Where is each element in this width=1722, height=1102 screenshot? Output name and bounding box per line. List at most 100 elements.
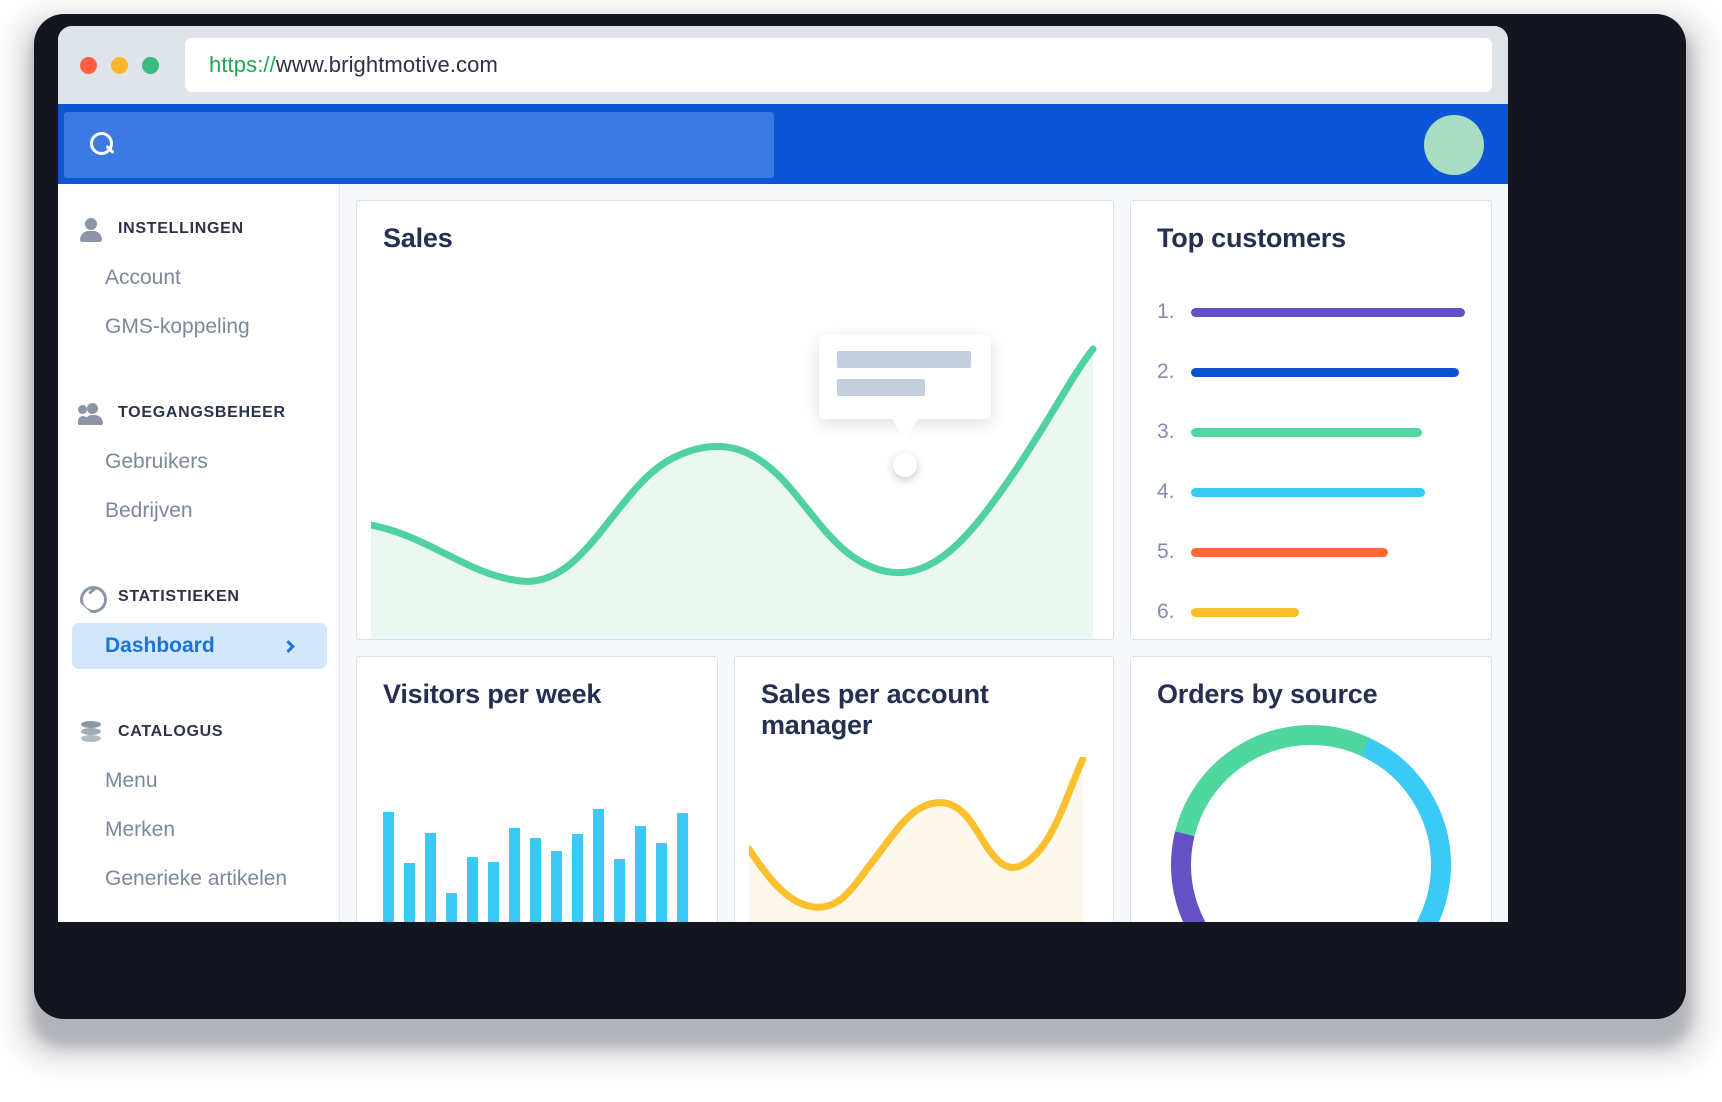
sidebar-item-label: Dashboard <box>105 634 215 657</box>
bar <box>425 833 436 922</box>
sidebar-group-statistieken: STATISTIEKEN Dashboard <box>58 574 339 669</box>
sidebar-item-label: Generieke artikelen <box>105 867 288 890</box>
bar <box>677 813 688 922</box>
list-item[interactable]: 2. <box>1157 342 1465 402</box>
browser-window: https://www.brightmotive.com INSTELLINGE… <box>58 26 1508 922</box>
sidebar-item-account[interactable]: Account <box>72 255 327 301</box>
sidebar-item-label: GMS-koppeling <box>105 315 250 338</box>
sales-data-point-marker[interactable] <box>893 453 917 477</box>
customer-bar <box>1191 547 1388 557</box>
rank-label: 3. <box>1157 420 1175 443</box>
list-item[interactable]: 6. <box>1157 582 1465 639</box>
card-sales: Sales <box>356 200 1114 640</box>
orders-donut-chart <box>1171 725 1451 922</box>
search-input[interactable] <box>134 134 694 156</box>
bar <box>551 851 562 922</box>
sidebar-item-menu[interactable]: Menu <box>72 758 327 804</box>
bar <box>446 893 457 922</box>
sidebar-group-label: TOEGANGSBEHEER <box>118 404 286 421</box>
database-icon <box>78 721 104 743</box>
card-title-account-manager: Sales per account manager <box>761 679 989 740</box>
list-item[interactable]: 3. <box>1157 402 1465 462</box>
person-icon <box>78 218 104 242</box>
bar <box>509 828 520 922</box>
sidebar-item-gms-koppeling[interactable]: GMS-koppeling <box>72 304 327 350</box>
rank-label: 5. <box>1157 540 1175 563</box>
bar <box>467 857 478 922</box>
bar <box>572 834 583 922</box>
close-window-button[interactable] <box>80 56 97 74</box>
sidebar-group-toegangsbeheer: TOEGANGSBEHEER Gebruikers Bedrijven <box>58 390 339 534</box>
bar <box>635 826 646 922</box>
minimize-window-button[interactable] <box>111 56 128 74</box>
sidebar-item-dashboard[interactable]: Dashboard <box>72 623 327 669</box>
app-body: INSTELLINGEN Account GMS-koppeling TOEGA… <box>58 184 1508 922</box>
bar <box>593 809 604 922</box>
sidebar-item-merken[interactable]: Merken <box>72 807 327 853</box>
bar <box>488 862 499 922</box>
sidebar-item-label: Gebruikers <box>105 450 208 473</box>
device-frame: https://www.brightmotive.com INSTELLINGE… <box>0 0 1722 1102</box>
customer-bar <box>1191 487 1425 497</box>
sidebar-item-label: Menu <box>105 769 158 792</box>
card-top-customers: Top customers 1. 2. 3. 4. 5. 6. <box>1130 200 1492 640</box>
bar <box>404 863 415 922</box>
maximize-window-button[interactable] <box>142 56 159 74</box>
sidebar-group-header: STATISTIEKEN <box>58 574 339 620</box>
card-title-orders: Orders by source <box>1157 679 1378 709</box>
tooltip-arrow <box>891 417 919 439</box>
search-bar[interactable] <box>64 112 774 178</box>
top-customers-list: 1. 2. 3. 4. 5. 6. <box>1157 282 1465 639</box>
browser-chrome: https://www.brightmotive.com <box>58 26 1508 104</box>
bar <box>614 859 625 922</box>
card-title-sales: Sales <box>383 223 453 253</box>
orders-donut-wrap <box>1161 715 1461 922</box>
sidebar-group-catalogus: CATALOGUS Menu Merken Generieke artikele… <box>58 709 339 902</box>
sidebar-item-gebruikers[interactable]: Gebruikers <box>72 439 327 485</box>
dashboard-row-top: Sales Top customers 1. 2. 3. 4. 5. 6. <box>356 200 1492 640</box>
tooltip-placeholder-line-2 <box>837 379 925 396</box>
url-host: www.brightmotive.com <box>275 52 498 77</box>
rank-label: 2. <box>1157 360 1175 383</box>
sidebar-group-label: CATALOGUS <box>118 723 224 740</box>
avatar[interactable] <box>1424 115 1484 175</box>
customer-bar <box>1191 607 1299 617</box>
sidebar-item-bedrijven[interactable]: Bedrijven <box>72 488 327 534</box>
address-bar[interactable]: https://www.brightmotive.com <box>185 38 1492 92</box>
list-item[interactable]: 5. <box>1157 522 1465 582</box>
visitors-bar-chart <box>383 809 688 922</box>
sidebar-item-label: Bedrijven <box>105 499 193 522</box>
card-sales-per-account-manager: Sales per account manager <box>734 656 1114 922</box>
customer-bar <box>1191 367 1459 377</box>
sidebar-item-label: Merken <box>105 818 176 841</box>
card-orders-by-source: Orders by source <box>1130 656 1492 922</box>
sidebar-item-generieke-artikelen[interactable]: Generieke artikelen <box>72 856 327 902</box>
card-title-visitors: Visitors per week <box>383 679 602 709</box>
customer-bar <box>1191 427 1422 437</box>
traffic-lights <box>80 56 159 74</box>
gauge-icon <box>78 586 104 608</box>
tooltip-placeholder-line-1 <box>837 351 971 368</box>
dashboard-row-bottom: Visitors per week Sales per account mana… <box>356 656 1492 922</box>
account-area-fill <box>749 759 1083 922</box>
rank-label: 1. <box>1157 300 1175 323</box>
sales-tooltip <box>819 335 991 419</box>
sidebar-group-label: INSTELLINGEN <box>118 220 244 237</box>
sidebar-item-label: Account <box>105 266 181 289</box>
rank-label: 6. <box>1157 600 1175 623</box>
sidebar-group-header: INSTELLINGEN <box>58 206 339 252</box>
account-manager-area-chart <box>749 757 1087 922</box>
list-item[interactable]: 1. <box>1157 282 1465 342</box>
sales-area-chart <box>371 345 1097 639</box>
sidebar-group-instellingen: INSTELLINGEN Account GMS-koppeling <box>58 206 339 350</box>
list-item[interactable]: 4. <box>1157 462 1465 522</box>
bar <box>656 843 667 922</box>
sidebar-group-header: TOEGANGSBEHEER <box>58 390 339 436</box>
card-title-top-customers: Top customers <box>1157 223 1346 253</box>
card-visitors-per-week: Visitors per week <box>356 656 718 922</box>
customer-bar <box>1191 307 1465 317</box>
app-header <box>58 104 1508 184</box>
